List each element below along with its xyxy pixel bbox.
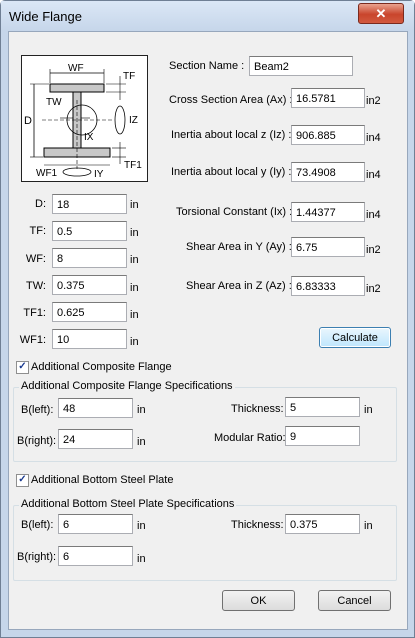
inertia-y-unit: in4 — [366, 169, 381, 181]
composite-thickness-unit: in — [364, 404, 373, 416]
cancel-button[interactable]: Cancel — [318, 590, 391, 611]
diagram-label-iz: IZ — [129, 115, 138, 126]
title-bar[interactable]: Wide Flange ✕ — [1, 1, 414, 31]
dim-unit-wf1: in — [130, 336, 139, 348]
dim-field-wf[interactable]: 8 — [52, 248, 127, 268]
bottom-plate-checkbox[interactable]: ✓ — [16, 474, 29, 487]
dim-unit-tf1: in — [130, 309, 139, 321]
dim-label-tw: TW: — [26, 280, 46, 292]
dim-field-wf1[interactable]: 10 — [52, 329, 127, 349]
inertia-z-field[interactable]: 906.885 — [291, 125, 365, 145]
composite-bleft-label: B(left): — [21, 404, 54, 416]
plate-thickness-field[interactable]: 0.375 — [285, 514, 360, 534]
diagram-label-wf: WF — [68, 63, 84, 74]
dim-label-wf1: WF1: — [19, 334, 46, 346]
diagram-label-wf1: WF1 — [36, 168, 58, 179]
diagram-label-tf1: TF1 — [124, 160, 142, 171]
modular-ratio-field[interactable]: 9 — [285, 426, 360, 446]
composite-bright-label: B(right): — [17, 435, 57, 447]
diagram-label-tw: TW — [46, 97, 62, 108]
shear-area-z-unit: in2 — [366, 283, 381, 295]
shear-area-z-label: Shear Area in Z (Az) : — [186, 280, 292, 292]
plate-bleft-field[interactable]: 6 — [58, 514, 133, 534]
section-name-input[interactable]: Beam2 — [249, 56, 353, 76]
dim-unit-tw: in — [130, 282, 139, 294]
inertia-y-field[interactable]: 73.4908 — [291, 162, 365, 182]
dim-unit-tf: in — [130, 227, 139, 239]
plate-bright-label: B(right): — [17, 551, 57, 563]
close-button[interactable]: ✕ — [358, 3, 404, 24]
shear-area-y-field[interactable]: 6.75 — [291, 237, 365, 257]
dim-field-tw[interactable]: 0.375 — [52, 275, 127, 295]
dim-field-tf1[interactable]: 0.625 — [52, 302, 127, 322]
dim-label-wf: WF: — [25, 253, 46, 265]
plate-bleft-unit: in — [137, 520, 146, 532]
cross-section-area-unit: in2 — [366, 95, 381, 107]
dim-label-tf: TF: — [29, 225, 47, 237]
window-title: Wide Flange — [9, 9, 82, 24]
composite-bright-unit: in — [137, 436, 146, 448]
dim-field-d[interactable]: 18 — [52, 194, 127, 214]
composite-thickness-label: Thickness: — [231, 403, 284, 415]
cross-section-area-label: Cross Section Area (Ax) : — [169, 94, 293, 106]
inertia-z-label: Inertia about local z (Iz) : — [171, 129, 292, 141]
torsional-constant-field[interactable]: 1.44377 — [291, 202, 365, 222]
modular-ratio-label: Modular Ratio: — [214, 432, 286, 444]
calculate-button[interactable]: Calculate — [319, 327, 391, 348]
shear-area-z-field[interactable]: 6.83333 — [291, 276, 365, 296]
bottom-plate-group-title: Additional Bottom Steel Plate Specificat… — [19, 498, 237, 510]
wide-flange-drawing: WF TF TW D IX IZ WF1 TF1 IY — [24, 63, 142, 180]
diagram-label-iy: IY — [94, 169, 104, 180]
composite-flange-group-title: Additional Composite Flange Specificatio… — [19, 380, 235, 392]
torsional-constant-unit: in4 — [366, 209, 381, 221]
composite-bleft-field[interactable]: 48 — [58, 398, 133, 418]
bottom-plate-checkbox-label[interactable]: Additional Bottom Steel Plate — [31, 474, 173, 486]
dim-field-tf[interactable]: 0.5 — [52, 221, 127, 241]
composite-bright-field[interactable]: 24 — [58, 429, 133, 449]
composite-flange-checkbox-label[interactable]: Additional Composite Flange — [31, 361, 172, 373]
composite-flange-checkbox[interactable]: ✓ — [16, 361, 29, 374]
section-diagram: WF TF TW D IX IZ WF1 TF1 IY — [21, 55, 148, 182]
dialog-content: WF TF TW D IX IZ WF1 TF1 IY Section Name… — [8, 31, 408, 630]
diagram-label-ix: IX — [84, 132, 94, 143]
diagram-label-d: D — [24, 115, 32, 127]
composite-thickness-field[interactable]: 5 — [285, 397, 360, 417]
torsional-constant-label: Torsional Constant (Ix) : — [176, 206, 293, 218]
dim-label-d: D: — [35, 198, 46, 210]
plate-bright-unit: in — [137, 553, 146, 565]
ok-button[interactable]: OK — [222, 590, 295, 611]
cross-section-area-field[interactable]: 16.5781 — [291, 88, 365, 108]
plate-thickness-unit: in — [364, 520, 373, 532]
inertia-y-label: Inertia about local y (Iy) : — [171, 166, 292, 178]
plate-thickness-label: Thickness: — [231, 519, 284, 531]
dim-label-tf1: TF1: — [23, 307, 46, 319]
composite-bleft-unit: in — [137, 404, 146, 416]
inertia-z-unit: in4 — [366, 132, 381, 144]
dim-unit-d: in — [130, 199, 139, 211]
diagram-label-tf: TF — [123, 71, 135, 82]
plate-bleft-label: B(left): — [21, 519, 54, 531]
dim-unit-wf: in — [130, 254, 139, 266]
shear-area-y-label: Shear Area in Y (Ay) : — [186, 241, 292, 253]
shear-area-y-unit: in2 — [366, 244, 381, 256]
plate-bright-field[interactable]: 6 — [58, 546, 133, 566]
wide-flange-dialog: Wide Flange ✕ WF TF TW D IX IZ WF1 TF1 I… — [0, 0, 415, 638]
section-name-label: Section Name : — [169, 60, 245, 72]
